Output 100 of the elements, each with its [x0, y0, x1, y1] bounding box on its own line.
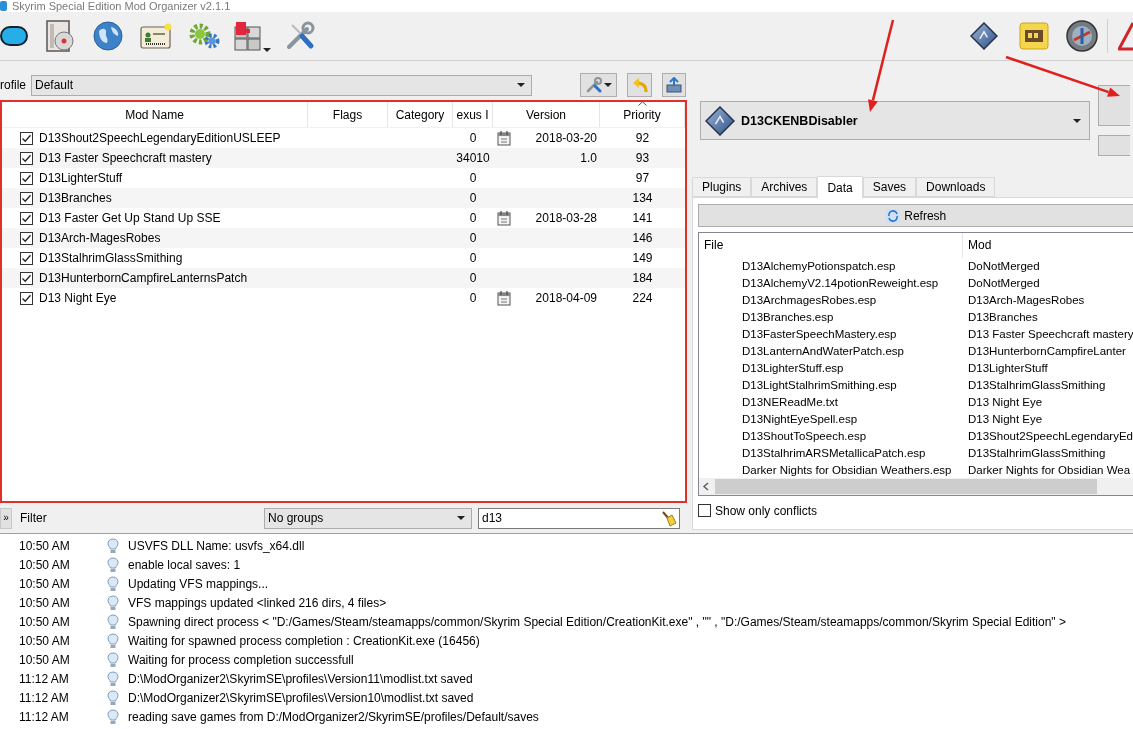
column-header[interactable]: Priority — [600, 102, 685, 127]
column-header[interactable]: Category — [388, 102, 453, 127]
column-header[interactable]: exus I — [453, 102, 493, 127]
diamond-icon — [705, 105, 735, 136]
column-header[interactable]: File — [699, 233, 963, 258]
gears-icon[interactable] — [188, 23, 220, 49]
file-name[interactable]: Darker Nights for Obsidian Weathers.esp — [699, 463, 963, 476]
mod-name: D13LighterStuff — [39, 171, 123, 185]
mod-name: D13HunterbornCampfireLanter — [967, 345, 1127, 358]
blank-button[interactable] — [1098, 85, 1130, 126]
groups-dropdown[interactable]: No groups — [264, 507, 472, 529]
checkbox[interactable] — [698, 504, 711, 517]
version-text: 2018-03-20 — [535, 131, 597, 145]
warning-icon[interactable] — [1118, 21, 1133, 51]
column-header[interactable]: Mod — [963, 233, 1133, 258]
undo-arrow-icon — [631, 77, 648, 93]
tab[interactable]: Plugins — [692, 177, 752, 197]
id-card-icon[interactable] — [140, 23, 172, 49]
log-message: Spawning direct process < "D:/Games/Steam/steamapps/common/Skyrim Special Edition/CreationKit.exe" , "" , "D:/Games/Steam/steamapps/common/Skyrim Special Edition" > — [128, 614, 1067, 629]
executable-dropdown[interactable]: D13CKENBDisabler — [700, 101, 1090, 140]
table-cell-text: 0 — [468, 291, 478, 305]
file-name[interactable]: D13NightEyeSpell.esp — [699, 412, 963, 425]
bulb-icon — [107, 670, 119, 687]
tab[interactable]: Downloads — [916, 177, 996, 197]
log-time: 10:50 AM — [19, 576, 71, 591]
column-header[interactable]: Flags — [308, 102, 388, 127]
table-cell-text: 34010 — [455, 151, 491, 165]
file-name[interactable]: D13StalhrimARSMetallicaPatch.esp — [699, 446, 963, 459]
mod-checkbox[interactable] — [20, 271, 33, 285]
bulb-icon — [107, 613, 119, 630]
file-name[interactable]: D13ShoutToSpeech.esp — [699, 429, 963, 442]
log-time: 11:12 AM — [19, 671, 70, 686]
tile-icon[interactable] — [1019, 22, 1049, 50]
mod-name: D13Shout2SpeechLegendaryEd — [967, 429, 1133, 442]
mod-checkbox[interactable] — [20, 191, 33, 205]
log-time: 10:50 AM — [19, 633, 71, 648]
filter-label: Filter — [19, 511, 48, 525]
mod-name: D13 Night Eye — [967, 395, 1044, 408]
export-button[interactable] — [662, 73, 686, 97]
tools-menu-button[interactable] — [580, 73, 617, 97]
log-time: 11:12 AM — [19, 709, 70, 724]
mod-checkbox[interactable] — [20, 291, 33, 305]
app-icon — [0, 1, 7, 11]
priority-cell-text: 141 — [631, 211, 654, 225]
log-message: USVFS DLL Name: usvfs_x64.dll — [128, 538, 306, 553]
file-name[interactable]: D13NEReadMe.txt — [699, 395, 963, 408]
mod-name: D13Arch-MagesRobes — [967, 294, 1086, 307]
mod-checkbox[interactable] — [20, 151, 33, 165]
puzzle-icon[interactable] — [233, 21, 262, 51]
tab[interactable]: Data — [817, 176, 863, 198]
mod-name: D13 Faster Speechcraft mastery — [39, 151, 212, 165]
dropdown-caret-icon — [457, 516, 465, 520]
mod-name: D13Branches — [39, 191, 112, 205]
version-text: 1.0 — [580, 151, 597, 165]
mod-checkbox[interactable] — [20, 251, 33, 265]
table-cell-text: 0 — [468, 211, 478, 225]
file-name[interactable]: D13ArchmagesRobes.esp — [699, 294, 963, 307]
tab[interactable]: Saves — [862, 177, 917, 197]
file-name[interactable]: D13Branches.esp — [699, 311, 963, 324]
file-name[interactable]: D13LighterStuff.esp — [699, 362, 963, 374]
column-header[interactable]: Version — [493, 102, 600, 127]
file-name[interactable]: D13LanternAndWaterPatch.esp — [699, 345, 963, 358]
scrollbar-thumb[interactable] — [715, 479, 1097, 495]
bulb-icon — [107, 556, 119, 573]
pill-icon[interactable] — [0, 26, 28, 46]
round-badge-icon[interactable] — [1066, 20, 1098, 52]
filter-field[interactable]: d13 — [478, 507, 680, 529]
priority-cell-text: 97 — [634, 171, 651, 185]
profile-label: rofile — [0, 78, 27, 92]
file-name[interactable]: D13AlchemyV2.14potionReweight.esp — [699, 277, 963, 290]
log-time: 11:12 AM — [19, 690, 70, 705]
priority-cell-text: 184 — [631, 271, 654, 285]
dropdown-caret-icon — [1073, 118, 1081, 123]
tab[interactable]: Archives — [751, 177, 818, 197]
log-time: 10:50 AM — [19, 557, 71, 572]
checkbox-label: Show only conflicts — [715, 503, 818, 518]
table-cell-text: 0 — [468, 191, 478, 205]
column-header[interactable]: Mod Name — [2, 102, 308, 127]
expand-toggle[interactable]: » — [0, 507, 12, 529]
mod-checkbox[interactable] — [20, 131, 33, 145]
priority-cell-text: 224 — [631, 291, 654, 305]
globe-icon[interactable] — [93, 21, 123, 51]
version-text: 2018-04-09 — [535, 291, 597, 305]
file-name[interactable]: D13LightStalhrimSmithing.esp — [699, 378, 963, 391]
mod-checkbox[interactable] — [20, 211, 33, 225]
file-name[interactable]: D13FasterSpeechMastery.esp — [699, 328, 963, 341]
mod-checkbox[interactable] — [20, 171, 33, 185]
log-message: D:\ModOrganizer2\SkyrimSE\profiles\Version11\modlist.txt saved — [128, 671, 474, 686]
bulb-icon — [107, 689, 119, 706]
profile-dropdown[interactable]: Default — [31, 74, 532, 96]
mod-name: D13 Faster Speechcraft mastery — [967, 328, 1133, 341]
tools-icon[interactable] — [285, 21, 315, 51]
disc-box-icon[interactable] — [46, 20, 74, 52]
table-cell-text: 0 — [468, 131, 478, 145]
mod-name: D13Branches — [967, 311, 1039, 324]
refresh-button[interactable]: Refresh — [698, 204, 1133, 227]
mod-name: D13LighterStuff — [967, 362, 1049, 374]
mod-name: D13Arch-MagesRobes — [39, 231, 161, 245]
file-name[interactable]: D13AlchemyPotionspatch.esp — [699, 260, 963, 273]
mod-checkbox[interactable] — [20, 231, 33, 245]
